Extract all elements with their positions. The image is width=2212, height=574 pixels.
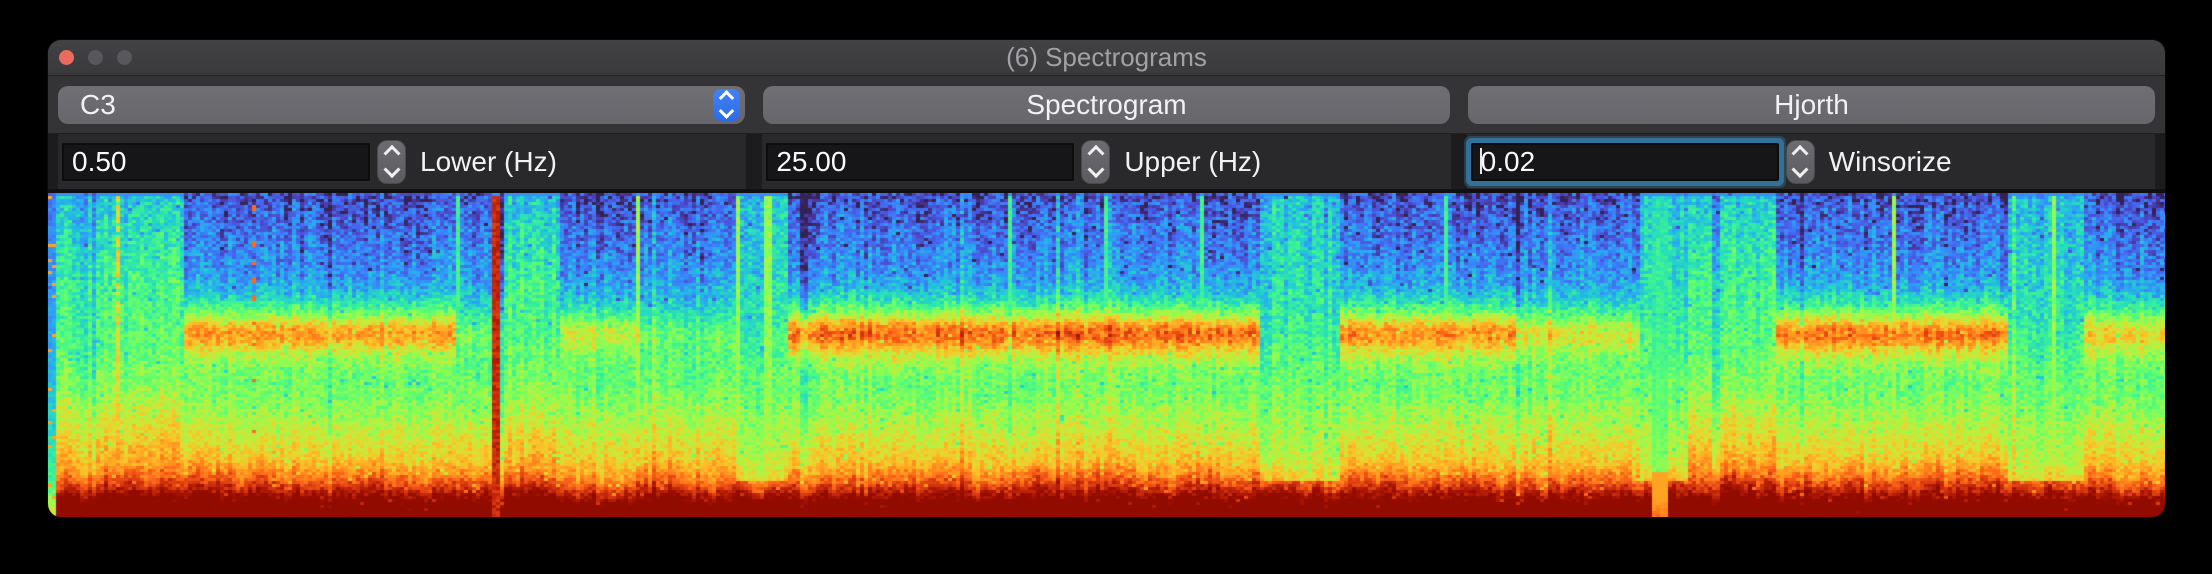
winsorize-stepper[interactable]: [1785, 139, 1815, 184]
lower-hz-stepper[interactable]: [377, 139, 406, 184]
dropdown-stepper-icon: [713, 88, 740, 121]
spectrogram-frame: [48, 189, 2165, 517]
lower-hz-label: Lower (Hz): [420, 145, 557, 177]
channel-select[interactable]: C3: [58, 85, 745, 124]
stepper-up-icon: [1791, 144, 1809, 162]
upper-hz-stepper[interactable]: [1081, 139, 1111, 184]
stepper-up-icon: [383, 144, 400, 162]
winsorize-label: Winsorize: [1828, 145, 1952, 177]
upper-hz-group: Upper (Hz): [762, 134, 1451, 189]
title-bar[interactable]: (6) Spectrograms: [48, 40, 2165, 76]
window-title: (6) Spectrograms: [1006, 42, 1207, 72]
text-caret: [1479, 147, 1482, 174]
winsorize-group: Winsorize: [1466, 134, 2155, 189]
stepper-down-icon: [1791, 161, 1809, 179]
winsorize-input[interactable]: [1470, 142, 1779, 181]
stepper-up-icon: [1087, 144, 1105, 162]
lower-hz-group: Lower (Hz): [58, 134, 747, 189]
spectrogram-button[interactable]: Spectrogram: [763, 85, 1450, 124]
upper-hz-input[interactable]: [766, 142, 1075, 181]
hjorth-button[interactable]: Hjorth: [1468, 85, 2155, 124]
spectrograms-window: (6) Spectrograms C3 Spectrogram Hjorth L…: [48, 40, 2165, 517]
upper-hz-wrap: [766, 142, 1075, 181]
toolbar-row-1: C3 Spectrogram Hjorth: [48, 76, 2165, 134]
lower-hz-input[interactable]: [62, 142, 370, 181]
chevron-down-icon: [718, 103, 735, 119]
upper-hz-label: Upper (Hz): [1124, 145, 1262, 177]
channel-select-value: C3: [80, 88, 116, 120]
winsorize-wrap: [1470, 142, 1779, 181]
stepper-down-icon: [383, 161, 400, 179]
spectrogram-plot: [48, 193, 2165, 517]
stepper-down-icon: [1087, 161, 1105, 179]
toolbar-row-2: Lower (Hz) Upper (Hz) Winsorize: [48, 134, 2165, 189]
lower-hz-wrap: [62, 142, 370, 181]
